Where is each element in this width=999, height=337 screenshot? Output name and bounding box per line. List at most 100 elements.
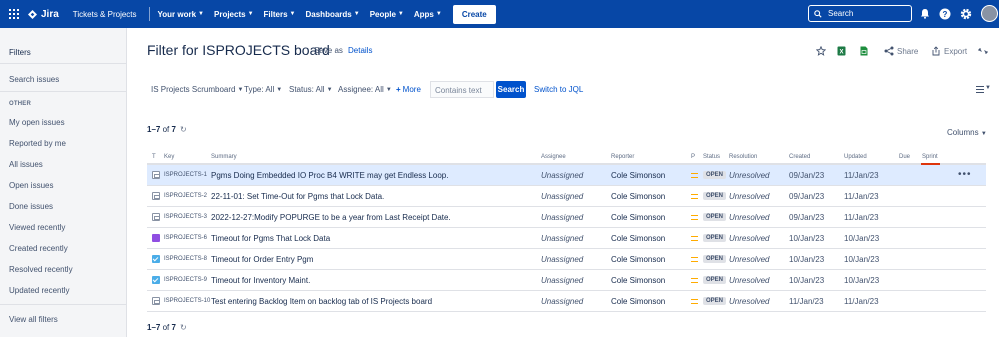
issue-key-link[interactable]: ISPROJECTS-3 — [164, 214, 207, 220]
table-row[interactable]: ISPROJECTS-8 Timeout for Order Entry Pgm… — [147, 249, 986, 270]
contains-text-input[interactable]: Contains text — [430, 81, 494, 98]
priority-medium-icon — [691, 257, 698, 262]
assignee-filter[interactable]: Assignee: All ▼ — [338, 85, 392, 94]
sidebar-item-updated-recently[interactable]: Updated recently — [9, 286, 69, 295]
epic-icon — [152, 234, 160, 242]
issue-key-link[interactable]: ISPROJECTS-10 — [164, 298, 210, 304]
result-range: 1–7 — [147, 323, 161, 332]
table-row[interactable]: ISPROJECTS-3 2022-12-27:Modify POPURGE t… — [147, 207, 986, 228]
switch-to-jql-link[interactable]: Switch to JQL — [534, 85, 583, 94]
columns-button[interactable]: Columns ▼ — [947, 128, 987, 137]
sidebar-item-open-issues[interactable]: Open issues — [9, 181, 53, 190]
project-filter[interactable]: IS Projects Scrumboard ▼ — [151, 85, 243, 94]
sidebar-item-viewed-recently[interactable]: Viewed recently — [9, 223, 65, 232]
column-header-key[interactable]: Key — [164, 154, 174, 160]
issue-key-link[interactable]: ISPROJECTS-6 — [164, 235, 207, 241]
more-actions-icon[interactable]: ••• — [958, 169, 972, 180]
issue-summary-link[interactable]: Pgms Doing Embedded IO Proc B4 WRITE may… — [211, 171, 448, 180]
column-header-type[interactable]: T — [152, 154, 156, 160]
column-header-priority[interactable]: P — [691, 154, 695, 160]
issue-key-link[interactable]: ISPROJECTS-8 — [164, 256, 207, 262]
issue-key-link[interactable]: ISPROJECTS-9 — [164, 277, 207, 283]
result-of: of — [162, 125, 170, 134]
view-all-filters-link[interactable]: View all filters — [9, 315, 58, 324]
issue-summary-link[interactable]: Timeout for Order Entry Pgm — [211, 255, 313, 264]
sidebar-item-done-issues[interactable]: Done issues — [9, 202, 53, 211]
create-button[interactable]: Create — [452, 4, 496, 24]
global-search-input[interactable]: Search — [808, 5, 912, 22]
settings-icon[interactable] — [959, 7, 972, 20]
status-badge: OPEN — [703, 276, 727, 284]
details-link[interactable]: Details — [348, 46, 372, 55]
nav-tickets-projects[interactable]: Tickets & Projects — [73, 10, 137, 19]
issue-summary-link[interactable]: Timeout for Inventory Maint. — [211, 276, 310, 285]
sidebar-item-resolved-recently[interactable]: Resolved recently — [9, 265, 73, 274]
notifications-icon[interactable] — [918, 7, 931, 20]
sidebar-divider — [0, 91, 126, 92]
project-filter-label: IS Projects Scrumboard — [151, 85, 236, 94]
sidebar-item-reported-by-me[interactable]: Reported by me — [9, 139, 66, 148]
issue-summary-link[interactable]: Timeout for Pgms That Lock Data — [211, 234, 330, 243]
nav-people[interactable]: People ▼ — [370, 10, 404, 19]
search-button[interactable]: Search — [496, 81, 526, 98]
refresh-icon[interactable]: ↻ — [180, 125, 187, 134]
issue-key-link[interactable]: ISPROJECTS-2 — [164, 193, 207, 199]
table-row[interactable]: ISPROJECTS-6 Timeout for Pgms That Lock … — [147, 228, 986, 249]
nav-filters[interactable]: Filters ▼ — [264, 10, 296, 19]
created-cell: 09/Jan/23 — [789, 192, 825, 201]
google-sheets-icon[interactable] — [858, 45, 869, 56]
more-filters-button[interactable]: + More — [396, 85, 421, 94]
issue-summary-link[interactable]: Test entering Backlog Item on backlog ta… — [211, 297, 432, 306]
column-header-created[interactable]: Created — [789, 154, 810, 160]
column-header-due[interactable]: Due — [899, 154, 910, 160]
share-button[interactable]: Share — [897, 47, 918, 56]
type-filter[interactable]: Type: All ▼ — [244, 85, 282, 94]
issue-summary-link[interactable]: 22-11-01: Set Time-Out for Pgms that Loc… — [211, 192, 384, 201]
table-row[interactable]: ISPROJECTS-1 Pgms Doing Embedded IO Proc… — [147, 165, 986, 186]
issue-key-link[interactable]: ISPROJECTS-1 — [164, 172, 207, 178]
sidebar-item-created-recently[interactable]: Created recently — [9, 244, 68, 253]
sidebar-item-search-issues[interactable]: Search issues — [9, 75, 59, 84]
export-icon[interactable] — [930, 45, 941, 56]
table-row[interactable]: ISPROJECTS-2 22-11-01: Set Time-Out for … — [147, 186, 986, 207]
column-header-status[interactable]: Status — [703, 154, 720, 160]
column-header-updated[interactable]: Updated — [844, 154, 867, 160]
chevron-down-icon: ▼ — [980, 131, 987, 137]
priority-medium-icon — [691, 278, 698, 283]
created-cell: 11/Jan/23 — [789, 297, 824, 306]
save-as-button[interactable]: Save as — [314, 46, 343, 55]
reporter-cell: Cole Simonson — [611, 192, 666, 201]
table-row[interactable]: ISPROJECTS-10 Test entering Backlog Item… — [147, 291, 986, 312]
chevron-down-icon[interactable]: ▼ — [985, 85, 991, 91]
refresh-icon[interactable]: ↻ — [180, 323, 187, 332]
app-switcher-icon[interactable] — [9, 9, 19, 19]
export-button[interactable]: Export — [944, 47, 967, 56]
top-navigation: Jira Tickets & Projects Your work ▼ Proje… — [0, 0, 999, 28]
sidebar-item-all-issues[interactable]: All issues — [9, 160, 43, 169]
avatar[interactable] — [981, 5, 998, 22]
column-header-reporter[interactable]: Reporter — [611, 154, 634, 160]
sidebar-item-my-open-issues[interactable]: My open issues — [9, 118, 65, 127]
issue-summary-link[interactable]: 2022-12-27:Modify POPURGE to be a year f… — [211, 213, 451, 222]
excel-icon[interactable]: X — [836, 45, 847, 56]
column-header-assignee[interactable]: Assignee — [541, 154, 566, 160]
nav-your-work[interactable]: Your work ▼ — [158, 10, 204, 19]
star-icon[interactable] — [815, 45, 826, 56]
nav-dashboards[interactable]: Dashboards ▼ — [306, 10, 360, 19]
column-header-summary[interactable]: Summary — [211, 154, 237, 160]
nav-projects[interactable]: Projects ▼ — [214, 10, 254, 19]
column-header-sprint[interactable]: Sprint — [922, 154, 938, 160]
help-icon[interactable]: ? — [938, 7, 951, 20]
status-badge: OPEN — [703, 213, 727, 221]
assignee-cell: Unassigned — [541, 234, 584, 243]
nav-apps[interactable]: Apps ▼ — [414, 10, 442, 19]
view-options-menu-icon[interactable] — [976, 86, 984, 93]
status-filter[interactable]: Status: All ▼ — [289, 85, 333, 94]
column-header-resolution[interactable]: Resolution — [729, 154, 757, 160]
resolution-cell: Unresolved — [729, 255, 770, 264]
share-icon[interactable] — [883, 45, 894, 56]
fullscreen-icon[interactable] — [977, 45, 988, 56]
table-row[interactable]: ISPROJECTS-9 Timeout for Inventory Maint… — [147, 270, 986, 291]
jira-logo[interactable]: Jira — [28, 9, 59, 20]
more-label: More — [402, 85, 421, 94]
